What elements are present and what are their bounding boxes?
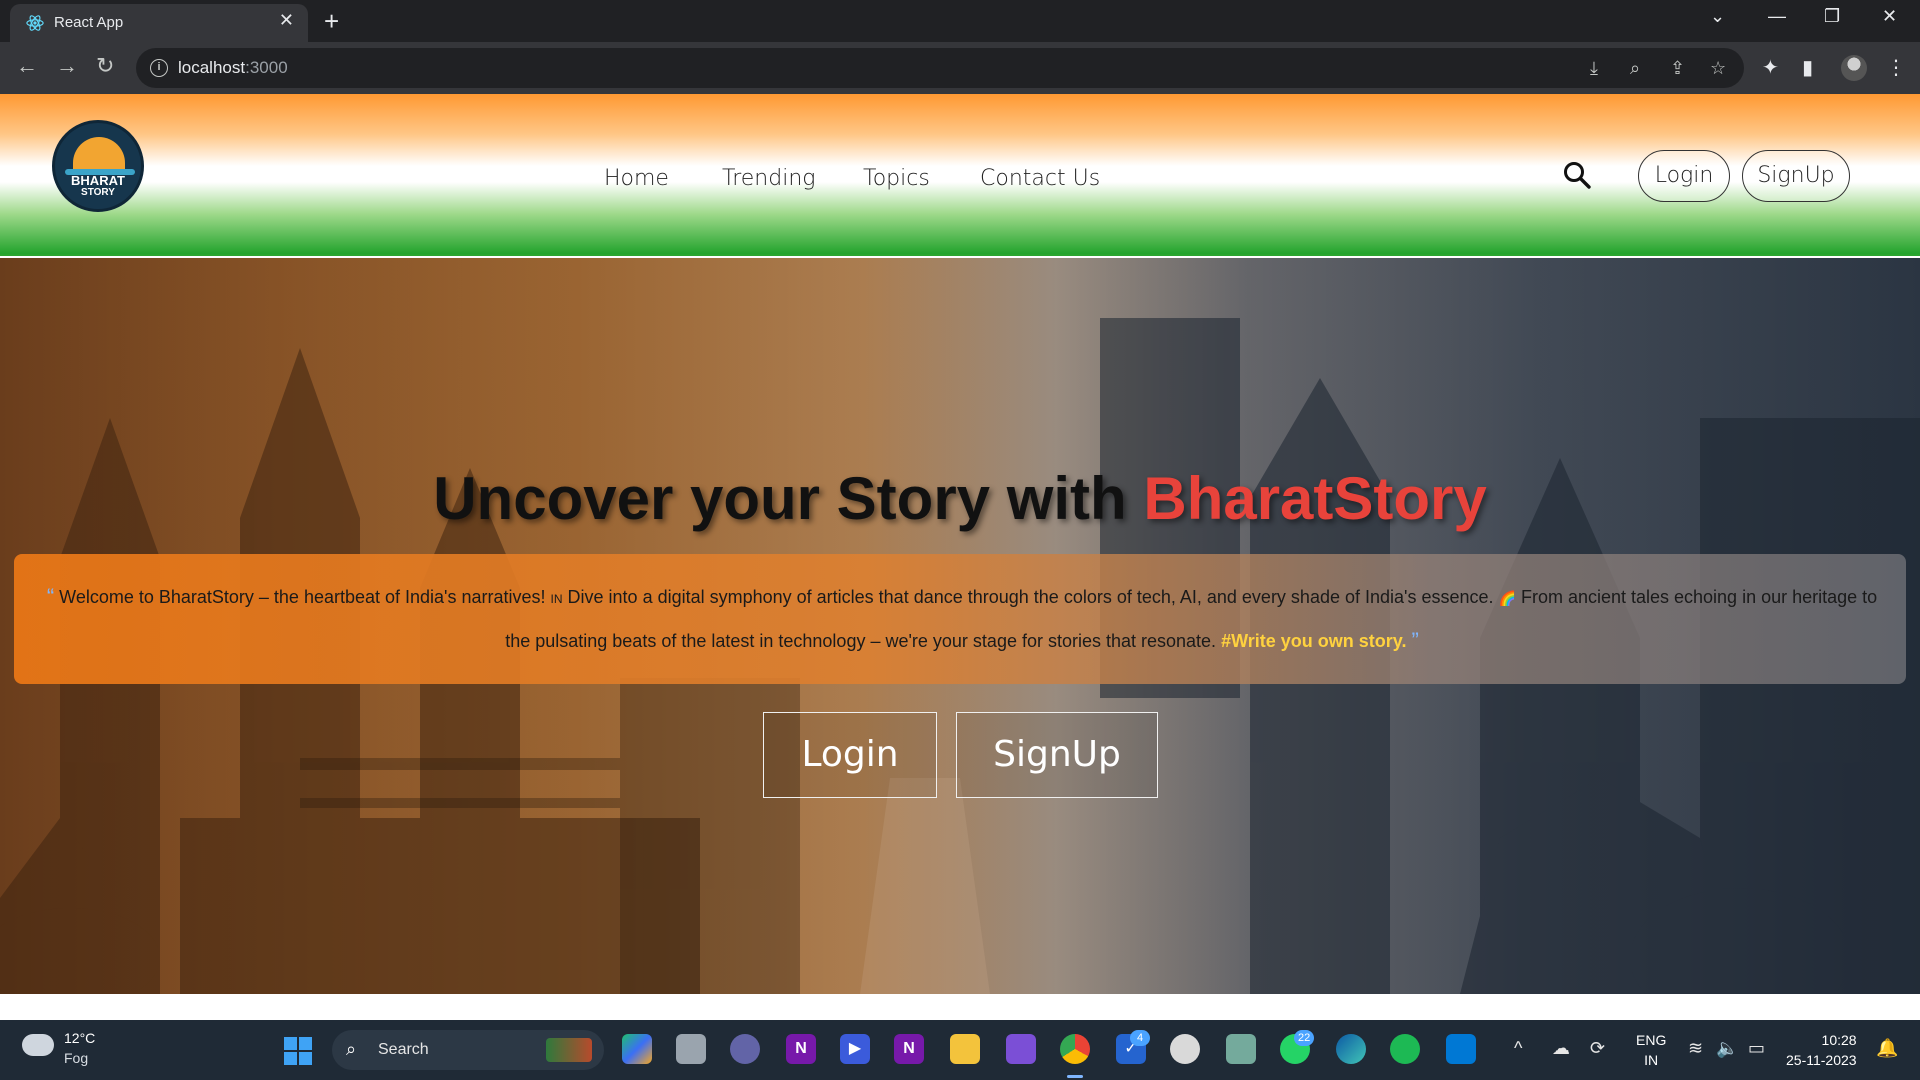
quote-flag: IN (550, 592, 563, 606)
search-icon[interactable] (1562, 160, 1592, 190)
install-app-icon[interactable]: ⤓ (1590, 58, 1598, 79)
clock-app-icon[interactable] (1170, 1034, 1200, 1064)
hero-section: Uncover your Story with BharatStory “ We… (0, 258, 1920, 994)
close-quote-icon: ” (1411, 628, 1419, 653)
language-indicator[interactable]: ENG IN (1636, 1030, 1666, 1070)
browser-tab-bar: React App ✕ + ⌄ — ❐ ✕ (0, 0, 1920, 42)
nav-topics[interactable]: Topics (863, 166, 930, 191)
bookmark-star-icon[interactable]: ☆ (1710, 58, 1726, 79)
address-bar[interactable]: i localhost:3000 ⤓ ⌕ ⇪ ☆ (136, 48, 1744, 88)
clock[interactable]: 10:28 25-11-2023 (1786, 1030, 1857, 1070)
weather-temp: 12°C (64, 1030, 96, 1046)
hero-title-brand: BharatStory (1143, 465, 1487, 532)
spotify-icon[interactable] (1390, 1034, 1420, 1064)
clipchamp-icon[interactable] (1006, 1034, 1036, 1064)
react-icon (26, 15, 44, 31)
zoom-icon[interactable]: ⌕ (1630, 58, 1640, 79)
extensions-icon[interactable]: ✦ (1762, 55, 1779, 80)
logo-sun (73, 137, 125, 171)
todo-badge: 4 (1130, 1030, 1150, 1046)
quote-part2: Dive into a digital symphony of articles… (562, 587, 1499, 607)
rainbow-icon: 🌈 (1498, 590, 1516, 606)
forward-icon[interactable]: → (56, 54, 78, 78)
browser-toolbar: ← → ↻ i localhost:3000 ⤓ ⌕ ⇪ ☆ ✦ ▮ ⋮ (0, 42, 1920, 94)
hero-signup-button[interactable]: SignUp (956, 712, 1158, 798)
quote-hashtag: #Write you own story. (1221, 631, 1407, 651)
back-icon[interactable]: ← (16, 54, 38, 78)
windows-taskbar: 12°C Fog ⌕ Search N ▶ N ✓ 4 22 ^ ☁ ⟳ ENG… (0, 1020, 1920, 1080)
clock-time: 10:28 (1821, 1032, 1857, 1048)
share-icon[interactable]: ⇪ (1670, 58, 1685, 79)
whatsapp-badge: 22 (1294, 1030, 1315, 1046)
site-header: BHARAT STORY Home Trending Topics Contac… (0, 94, 1920, 256)
taskbar-search-icon: ⌕ (346, 1039, 357, 1059)
close-window-icon[interactable]: ✕ (1882, 6, 1897, 27)
chrome-icon[interactable] (1060, 1034, 1090, 1064)
onenote-icon[interactable]: N (786, 1034, 816, 1064)
intro-quote-text: “ Welcome to BharatStory – the heartbeat… (44, 576, 1880, 662)
chrome-running-indicator (1067, 1075, 1083, 1078)
logo-text-line2: STORY (81, 187, 115, 198)
menu-kebab-icon[interactable]: ⋮ (1886, 55, 1906, 80)
language-line2: IN (1644, 1052, 1659, 1068)
search-highlight-icon (546, 1038, 592, 1062)
hero-title-prefix: Uncover your Story with (433, 465, 1144, 532)
nav-trending[interactable]: Trending (722, 166, 815, 191)
windows-start-icon[interactable] (284, 1037, 312, 1065)
volume-icon[interactable]: 🔈 (1716, 1038, 1738, 1059)
copilot-pre-icon[interactable] (622, 1034, 652, 1064)
tab-search-icon[interactable]: ⌄ (1710, 6, 1725, 27)
onedrive-icon[interactable]: ☁ (1552, 1038, 1570, 1059)
sync-icon[interactable]: ⟳ (1590, 1038, 1605, 1059)
logo-text-line1: BHARAT (71, 173, 125, 188)
fog-cloud-icon (22, 1034, 54, 1056)
restore-icon[interactable]: ❐ (1824, 6, 1840, 27)
wifi-icon[interactable]: ≋ (1688, 1038, 1703, 1059)
intro-quote-box: “ Welcome to BharatStory – the heartbeat… (14, 554, 1906, 684)
teams-chat-icon[interactable] (730, 1034, 760, 1064)
reload-icon[interactable]: ↻ (96, 54, 114, 78)
clock-date: 25-11-2023 (1786, 1052, 1857, 1068)
tab-title: React App (54, 14, 124, 31)
tab-close-icon[interactable]: ✕ (279, 10, 294, 31)
taskbar-search[interactable]: ⌕ Search (332, 1030, 604, 1070)
url-text: localhost:3000 (178, 58, 288, 78)
open-quote-icon: “ (46, 584, 55, 609)
edge-icon[interactable] (1336, 1034, 1366, 1064)
header-login-button[interactable]: Login (1638, 150, 1730, 202)
task-view-icon[interactable] (676, 1034, 706, 1064)
minimize-icon[interactable]: — (1768, 6, 1786, 27)
side-panel-icon[interactable]: ▮ (1802, 55, 1813, 80)
nav-contact-us[interactable]: Contact Us (980, 166, 1100, 191)
notification-bell-icon[interactable]: 🔔 (1876, 1038, 1898, 1059)
file-explorer-icon[interactable] (950, 1034, 980, 1064)
new-tab-button[interactable]: + (324, 4, 339, 38)
vscode-icon[interactable] (1446, 1034, 1476, 1064)
bharatstory-logo[interactable]: BHARAT STORY (52, 120, 144, 212)
site-info-icon[interactable]: i (150, 59, 168, 77)
hero-login-button[interactable]: Login (763, 712, 937, 798)
url-host: localhost (178, 58, 246, 77)
onenote-icon-2[interactable]: N (894, 1034, 924, 1064)
url-port: :3000 (245, 58, 288, 77)
header-signup-button[interactable]: SignUp (1742, 150, 1850, 202)
hero-title: Uncover your Story with BharatStory (0, 464, 1920, 533)
weather-condition: Fog (64, 1050, 89, 1066)
profile-avatar[interactable] (1841, 55, 1867, 81)
chatgpt-icon[interactable] (1226, 1034, 1256, 1064)
taskbar-search-label: Search (378, 1041, 429, 1058)
battery-icon[interactable]: ▭ (1748, 1038, 1765, 1059)
logo-text: BHARAT STORY (55, 173, 141, 199)
browser-tab[interactable]: React App ✕ (10, 4, 308, 42)
nav-home[interactable]: Home (604, 166, 669, 191)
show-hidden-icons[interactable]: ^ (1514, 1038, 1522, 1059)
media-player-icon[interactable]: ▶ (840, 1034, 870, 1064)
language-line1: ENG (1636, 1032, 1667, 1048)
quote-part1: Welcome to BharatStory – the heartbeat o… (59, 587, 551, 607)
